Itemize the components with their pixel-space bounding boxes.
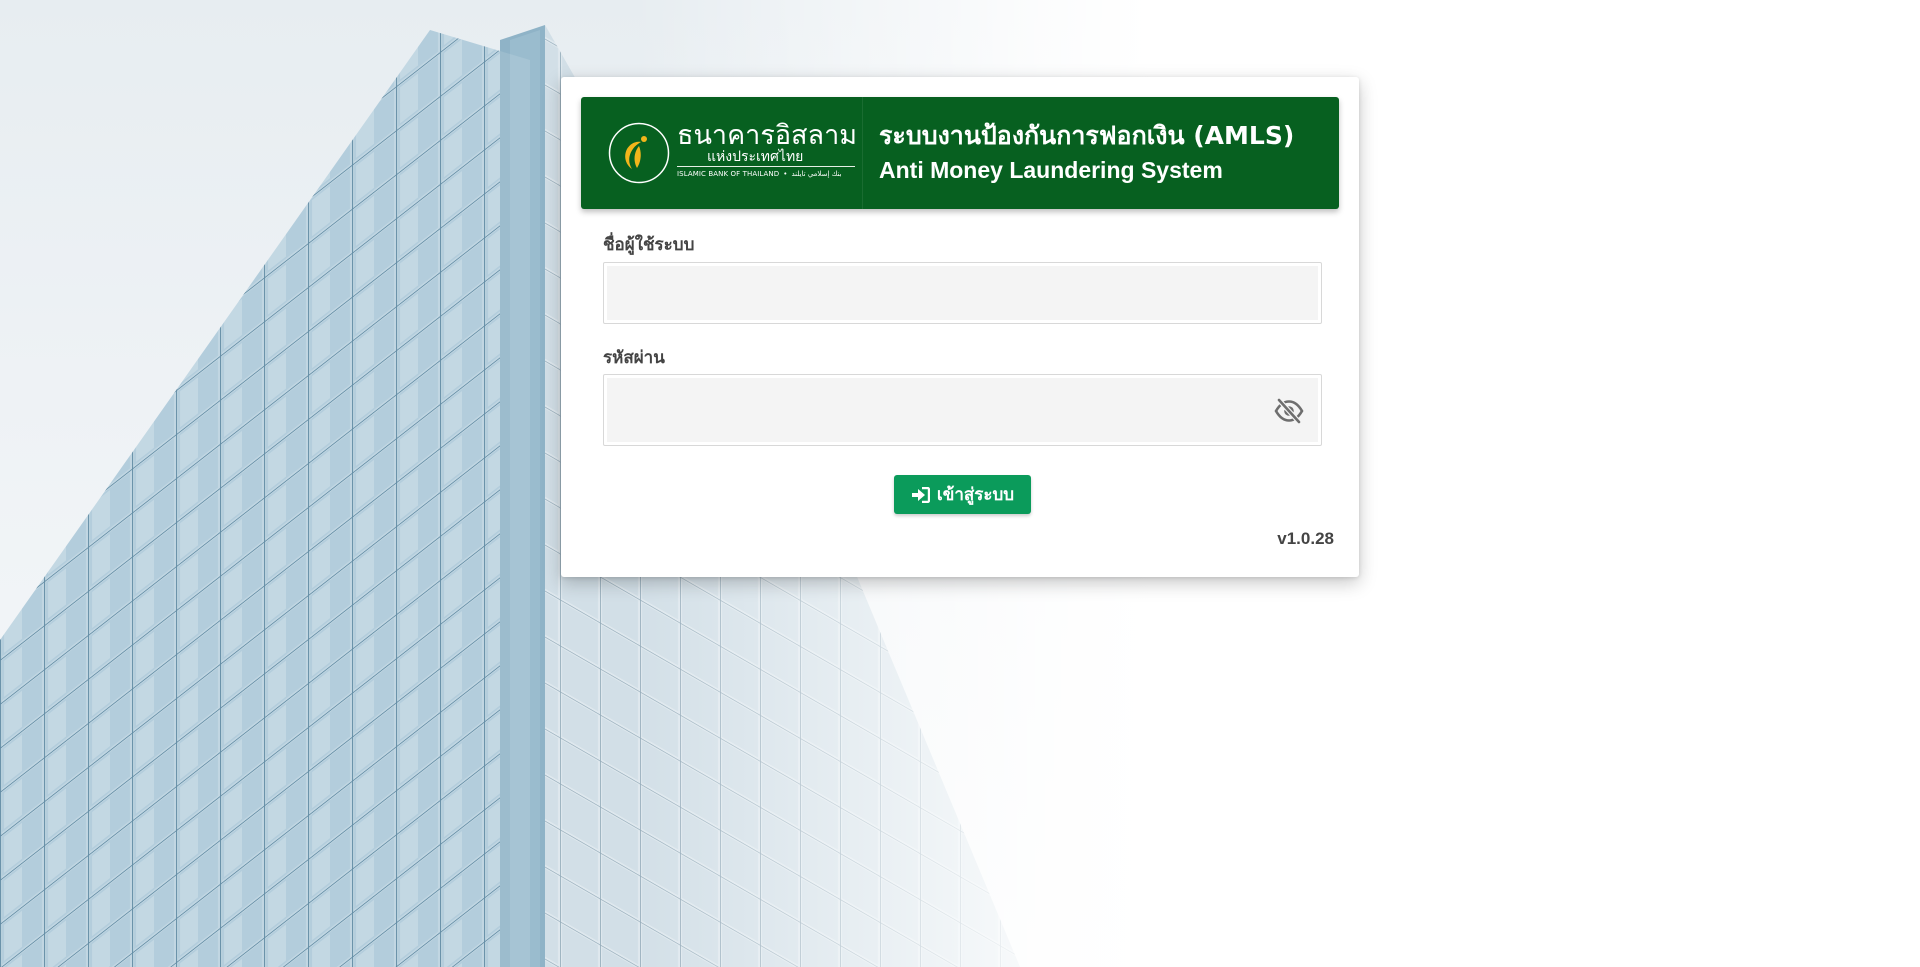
eye-slash-icon[interactable] — [1273, 395, 1305, 427]
bank-name-en-text: ISLAMIC BANK OF THAILAND — [677, 170, 780, 178]
password-field-wrapper — [603, 374, 1322, 446]
username-field-wrapper — [603, 262, 1322, 324]
header-banner: ธนาคารอิสลาม แห่งประเทศไทย ISLAMIC BANK … — [581, 97, 1339, 209]
username-input[interactable] — [607, 266, 1318, 320]
username-label: ชื่อผู้ใช้ระบบ — [603, 235, 695, 255]
version-label: v1.0.28 — [1277, 529, 1334, 548]
bank-subname-th: แห่งประเทศไทย — [707, 149, 804, 165]
bank-name-en: ISLAMIC BANK OF THAILAND • ﺑﻨﻚ إﺳﻼﻣﻲ ﺗﺎﻳﻠﻨ… — [677, 170, 842, 178]
bank-logo: ธนาคารอิสลาม แห่งประเทศไทย ISLAMIC BANK … — [581, 97, 863, 209]
login-button[interactable]: เข้าสู่ระบบ — [894, 475, 1031, 514]
islamic-bank-crescent-logo — [608, 122, 670, 184]
login-button-label: เข้าสู่ระบบ — [936, 485, 1015, 505]
system-title-th: ระบบงานป้องกันการฟอกเงิน (AMLS) — [879, 121, 1295, 150]
login-card: ธนาคารอิสลาม แห่งประเทศไทย ISLAMIC BANK … — [561, 77, 1359, 577]
system-titles: ระบบงานป้องกันการฟอกเงิน (AMLS) Anti Mon… — [863, 119, 1294, 187]
password-input[interactable] — [607, 378, 1318, 442]
brand-divider — [677, 166, 855, 167]
sign-in-icon — [911, 486, 930, 503]
system-title-en: Anti Money Laundering System — [879, 157, 1223, 183]
bank-name-jawi: ﺑﻨﻚ إﺳﻼﻣﻲ ﺗﺎﻳﻠﻨﺪ — [791, 170, 842, 178]
bank-name-th: ธนาคารอิสลาม — [677, 120, 858, 151]
password-label: รหัสผ่าน — [603, 348, 665, 368]
